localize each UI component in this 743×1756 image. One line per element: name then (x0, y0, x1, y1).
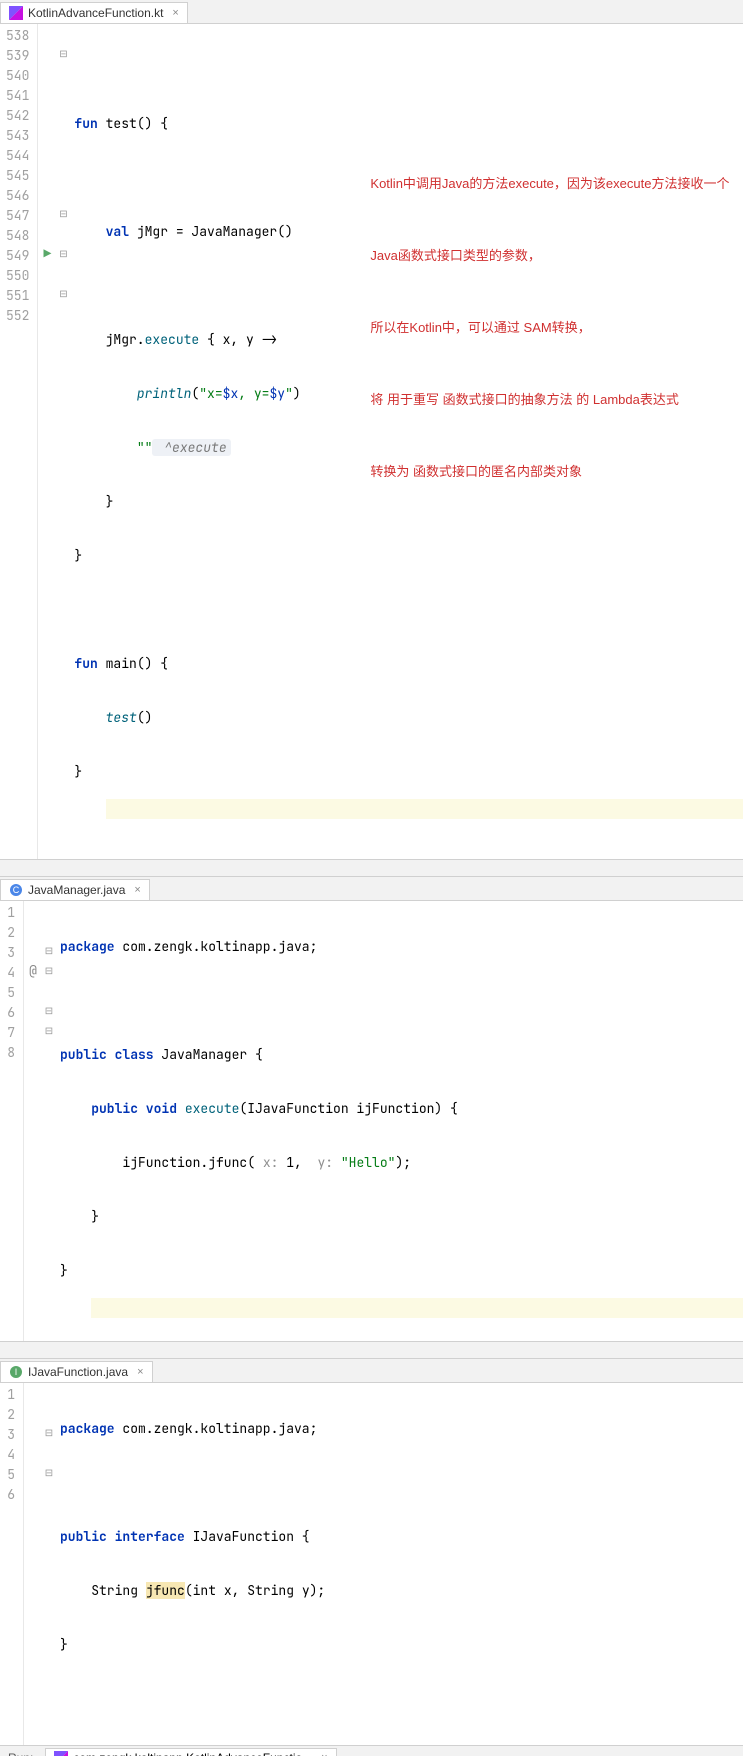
param-hint: x: (263, 1154, 286, 1171)
line-numbers: 123 456 (0, 1383, 24, 1745)
run-config-tab[interactable]: com.zengk.koltinapp.KotlinAdvanceFunctio… (45, 1748, 336, 1756)
close-icon[interactable]: × (137, 1366, 143, 1378)
editor-kotlin[interactable]: 538539540 541542543 544545546 547548549 … (0, 24, 743, 859)
code-area[interactable]: fun test() { val jMgr = JavaManager() jM… (70, 24, 743, 859)
code-area[interactable]: package com.zengk.koltinapp.java; public… (56, 901, 743, 1341)
run-toolwindow-header: Run: com.zengk.koltinapp.KotlinAdvanceFu… (0, 1745, 743, 1756)
tab-label: IJavaFunction.java (28, 1365, 128, 1379)
line-numbers: 123 456 78 (0, 901, 24, 1341)
kotlin-file-icon (9, 6, 23, 20)
gutter: 538539540 541542543 544545546 547548549 … (0, 24, 70, 859)
method-name: jfunc (146, 1582, 185, 1599)
java-class-icon: C (9, 883, 23, 897)
close-icon[interactable]: × (172, 7, 178, 19)
kotlin-file-icon (54, 1751, 68, 1756)
tab-java-manager[interactable]: C JavaManager.java × (0, 879, 150, 900)
code-area[interactable]: package com.zengk.koltinapp.java; public… (56, 1383, 743, 1745)
run-gutter-icon[interactable]: ▶ (38, 244, 56, 264)
tab-bar-3: I IJavaFunction.java × (0, 1359, 743, 1383)
tab-bar-1: KotlinAdvanceFunction.kt × (0, 0, 743, 24)
run-config-name: com.zengk.koltinapp.KotlinAdvanceFunctio… (73, 1751, 312, 1756)
line-numbers: 538539540 541542543 544545546 547548549 … (0, 24, 38, 859)
fold-icon[interactable]: ⊟ (56, 44, 70, 64)
tab-bar-2: C JavaManager.java × (0, 877, 743, 901)
param-hint: y: (317, 1154, 340, 1171)
tab-kotlin-file[interactable]: KotlinAdvanceFunction.kt × (0, 2, 188, 23)
tab-java-interface[interactable]: I IJavaFunction.java × (0, 1361, 153, 1382)
annotation-column: ▶ (38, 24, 56, 859)
editor-java-manager[interactable]: 123 456 78 @ ⊟⊟ ⊟⊟ package com.zengk.kol… (0, 901, 743, 1341)
inlay-hint: ^execute (152, 439, 230, 456)
run-label: Run: (0, 1751, 41, 1756)
close-icon[interactable]: × (321, 1752, 327, 1756)
svg-text:I: I (15, 1367, 18, 1377)
svg-text:C: C (13, 885, 20, 895)
fold-icon[interactable]: ⊟ (56, 244, 70, 264)
annotation-overlay: Kotlin中调用Java的方法execute，因为该execute方法接收一个… (370, 124, 729, 532)
tab-label: KotlinAdvanceFunction.kt (28, 6, 163, 20)
close-icon[interactable]: × (134, 884, 140, 896)
tab-label: JavaManager.java (28, 883, 125, 897)
fold-column: ⊟ ⊟ ⊟⊟ (56, 24, 70, 859)
java-interface-icon: I (9, 1365, 23, 1379)
override-icon[interactable]: @ (24, 961, 42, 981)
editor-java-interface[interactable]: 123 456 ⊟⊟ package com.zengk.koltinapp.j… (0, 1383, 743, 1745)
